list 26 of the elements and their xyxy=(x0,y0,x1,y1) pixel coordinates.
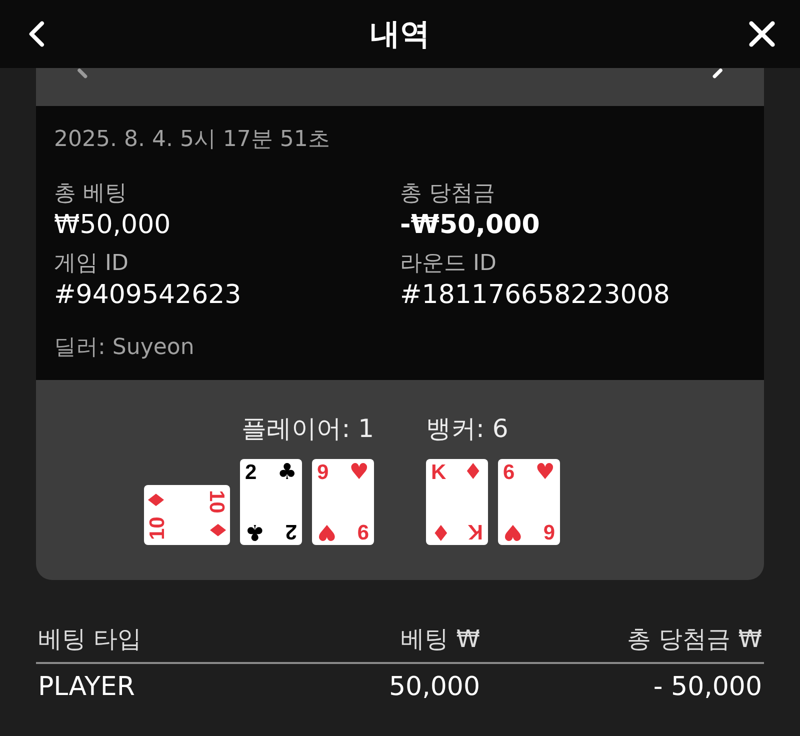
playing-card: K ♦ K ♦ xyxy=(426,459,488,545)
field-value: #9409542623 xyxy=(54,280,242,310)
field-value: ₩50,000 xyxy=(54,210,172,240)
table-cell-text: 50,000 xyxy=(388,672,480,702)
field-value: #181176658223008 xyxy=(400,280,671,310)
column-header: 총 당첨금 ₩ xyxy=(626,624,763,655)
window-title: 내역 xyxy=(370,16,430,54)
table-cell-text: - 50,000 xyxy=(652,672,763,702)
close-icon[interactable] xyxy=(746,18,778,50)
hand-score: 플레이어: 1 xyxy=(242,413,374,445)
column-header: 베팅 타입 xyxy=(37,624,143,655)
playing-card: 2 ♣ 2 ♣ xyxy=(240,459,302,545)
playing-card: 9 ♥ 9 ♥ xyxy=(312,459,374,545)
timestamp: 2025. 8. 4. 5시 17분 51초 xyxy=(54,126,331,154)
hand-score: 뱅커: 6 xyxy=(426,413,508,445)
chevron-icon[interactable] xyxy=(710,68,724,80)
field-label: 라운드 ID xyxy=(400,250,498,278)
playing-card: 6 ♥ 6 ♥ xyxy=(498,459,560,545)
playing-card: 10 ♦ 10 ♦ xyxy=(144,485,230,545)
field-label: 총 당첨금 xyxy=(400,180,496,208)
field-value: -₩50,000 xyxy=(400,210,541,240)
field-label: 총 베팅 xyxy=(54,180,128,208)
column-header: 베팅 ₩ xyxy=(400,624,480,655)
table-cell-text: PLAYER xyxy=(37,672,136,702)
dealer-name: 딜러: Suyeon xyxy=(54,334,196,362)
field-label: 게임 ID xyxy=(54,250,130,278)
